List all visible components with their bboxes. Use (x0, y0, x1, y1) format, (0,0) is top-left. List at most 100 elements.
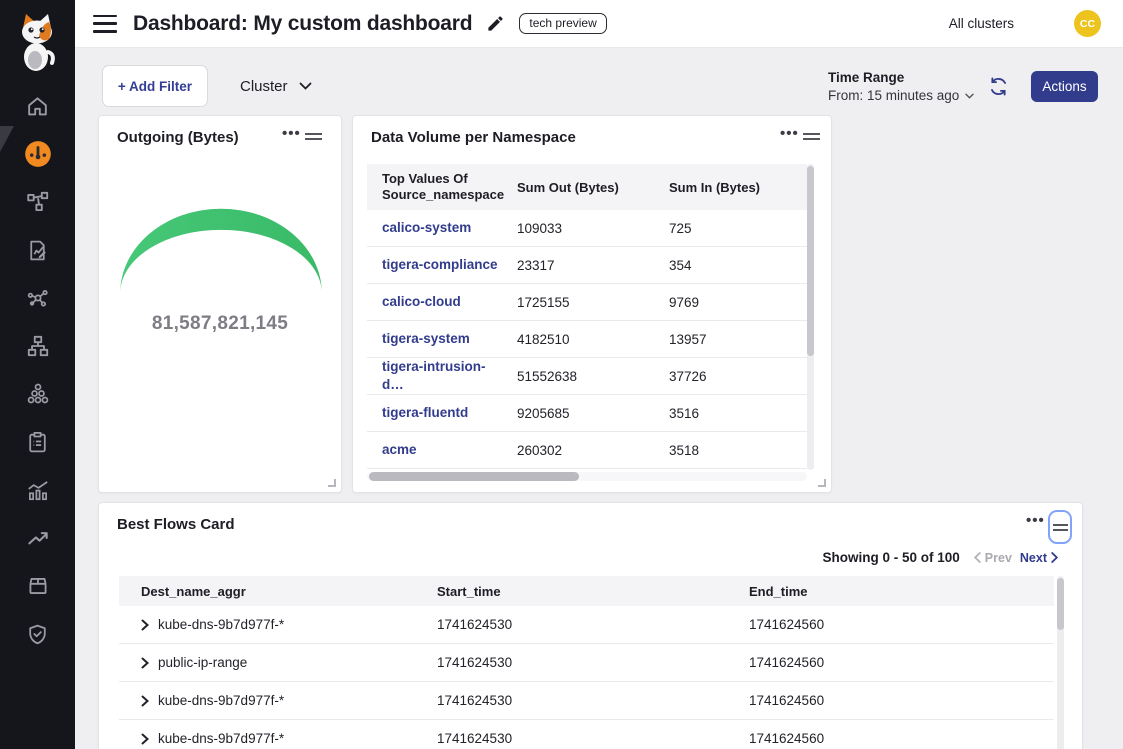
vertical-scrollbar[interactable] (807, 164, 814, 470)
card-resize-handle[interactable] (818, 479, 826, 487)
card-drag-handle-focused[interactable] (1048, 510, 1072, 544)
chevron-left-icon (974, 552, 981, 563)
sidebar-item-security[interactable] (0, 610, 75, 658)
scrollbar-thumb[interactable] (369, 472, 579, 481)
gauge-value: 81,587,821,145 (99, 313, 341, 335)
namespace-link[interactable]: acme (382, 442, 417, 457)
card-resize-handle[interactable] (328, 479, 336, 487)
cluster-nodes-icon (25, 381, 51, 407)
scrollbar-thumb[interactable] (807, 166, 814, 356)
card-menu-button[interactable]: ••• (780, 126, 799, 141)
prev-page-button[interactable]: Prev (974, 551, 1012, 565)
calico-cat-logo[interactable] (9, 10, 65, 72)
namespace-link[interactable]: calico-system (382, 220, 471, 235)
table-header-row: Top Values Of Source_namespace Sum Out (… (367, 164, 807, 210)
expand-row-chevron-icon[interactable] (141, 695, 149, 707)
bar-chart-icon (25, 477, 51, 503)
column-header[interactable]: Sum Out (Bytes) (503, 180, 655, 195)
time-range-value: From: 15 minutes ago (828, 88, 959, 103)
best-flows-table-body: kube-dns-9b7d977f-* 1741624530 174162456… (119, 606, 1054, 749)
actions-button[interactable]: Actions (1031, 71, 1098, 102)
namespace-link[interactable]: tigera-fluentd (382, 405, 468, 420)
add-filter-button[interactable]: + Add Filter (102, 65, 208, 107)
sidebar-item-dashboards[interactable] (0, 130, 75, 178)
sum-out-cell: 1725155 (503, 295, 655, 310)
data-volume-card: Data Volume per Namespace ••• Top Values… (352, 115, 832, 493)
sum-in-cell: 354 (655, 258, 792, 273)
sidebar-item-home[interactable] (0, 82, 75, 130)
sidebar-item-compliance[interactable] (0, 418, 75, 466)
card-title: Data Volume per Namespace (371, 129, 576, 146)
table-row: tigera-system 4182510 13957 (367, 321, 807, 358)
expand-row-chevron-icon[interactable] (141, 733, 149, 745)
table-row: acme 260302 3518 (367, 432, 807, 469)
chevron-down-icon (965, 93, 974, 99)
next-page-button[interactable]: Next (1020, 551, 1058, 565)
start-time-cell: 1741624530 (437, 655, 749, 670)
sum-in-cell: 37726 (655, 369, 792, 384)
chevron-down-icon (299, 82, 312, 90)
card-drag-handle[interactable] (305, 133, 322, 143)
sidebar-item-service-graph[interactable] (0, 178, 75, 226)
column-header[interactable]: Top Values Of Source_namespace (367, 171, 503, 204)
sum-out-cell: 4182510 (503, 332, 655, 347)
chevron-right-icon (1051, 552, 1058, 563)
table-row: calico-system 109033 725 (367, 210, 807, 247)
document-edit-icon (25, 238, 50, 263)
sidebar-item-networks[interactable] (0, 322, 75, 370)
sidebar-item-statistics[interactable] (0, 466, 75, 514)
namespace-link[interactable]: tigera-system (382, 331, 470, 346)
end-time-cell: 1741624560 (749, 617, 1049, 632)
namespace-link[interactable]: calico-cloud (382, 294, 461, 309)
sidebar (0, 0, 75, 749)
sidebar-item-policies[interactable] (0, 226, 75, 274)
end-time-cell: 1741624560 (749, 693, 1049, 708)
dest-name-cell: kube-dns-9b7d977f-* (158, 693, 284, 708)
sidebar-item-images[interactable] (0, 562, 75, 610)
time-range-dropdown[interactable]: From: 15 minutes ago (828, 88, 974, 103)
scrollbar-thumb[interactable] (1057, 578, 1064, 630)
cluster-selector[interactable]: All clusters (949, 16, 1014, 31)
table-row: tigera-compliance 23317 354 (367, 247, 807, 284)
dest-name-cell: public-ip-range (158, 655, 247, 670)
sum-in-cell: 725 (655, 221, 792, 236)
sidebar-item-trends[interactable] (0, 514, 75, 562)
vertical-scrollbar[interactable] (1057, 576, 1064, 749)
card-menu-button[interactable]: ••• (282, 126, 301, 141)
card-drag-handle[interactable] (803, 133, 820, 143)
table-row: kube-dns-9b7d977f-* 1741624530 174162456… (119, 606, 1054, 644)
trend-arrow-icon (25, 525, 51, 551)
column-header[interactable]: Start_time (437, 584, 749, 599)
card-menu-button[interactable]: ••• (1026, 513, 1045, 528)
sitemap-icon (25, 333, 51, 359)
home-icon (25, 94, 50, 119)
sum-out-cell: 109033 (503, 221, 655, 236)
expand-row-chevron-icon[interactable] (141, 619, 149, 631)
expand-row-chevron-icon[interactable] (141, 657, 149, 669)
table-row: public-ip-range 1741624530 1741624560 (119, 644, 1054, 682)
column-header[interactable]: End_time (749, 584, 1049, 599)
prev-label: Prev (985, 551, 1012, 565)
data-volume-table-body: calico-system 109033 725 tigera-complian… (367, 210, 807, 469)
page-title: Dashboard: My custom dashboard (133, 12, 472, 36)
edit-dashboard-button[interactable] (486, 14, 505, 33)
table-header-row: Dest_name_aggr Start_time End_time (119, 576, 1054, 606)
refresh-button[interactable] (988, 76, 1009, 102)
horizontal-scrollbar[interactable] (367, 472, 807, 481)
dashboards-gauge-icon (24, 140, 52, 168)
namespace-link[interactable]: tigera-compliance (382, 257, 498, 272)
molecule-connections-icon (25, 285, 51, 311)
avatar[interactable]: CC (1074, 10, 1101, 37)
outgoing-bytes-card: Outgoing (Bytes) ••• 81,587,821,145 (98, 115, 342, 493)
namespace-link[interactable]: tigera-intrusion-d… (382, 359, 486, 392)
cluster-filter-dropdown[interactable]: Cluster (240, 65, 312, 107)
column-header[interactable]: Dest_name_aggr (119, 584, 437, 599)
sidebar-item-clusters[interactable] (0, 370, 75, 418)
service-graph-icon (25, 189, 51, 215)
hamburger-menu-icon[interactable] (93, 15, 117, 33)
dest-name-cell: kube-dns-9b7d977f-* (158, 617, 284, 632)
column-header[interactable]: Sum In (Bytes) (655, 180, 792, 195)
sum-in-cell: 3518 (655, 443, 792, 458)
sidebar-item-connections[interactable] (0, 274, 75, 322)
data-volume-table: Top Values Of Source_namespace Sum Out (… (367, 164, 807, 469)
